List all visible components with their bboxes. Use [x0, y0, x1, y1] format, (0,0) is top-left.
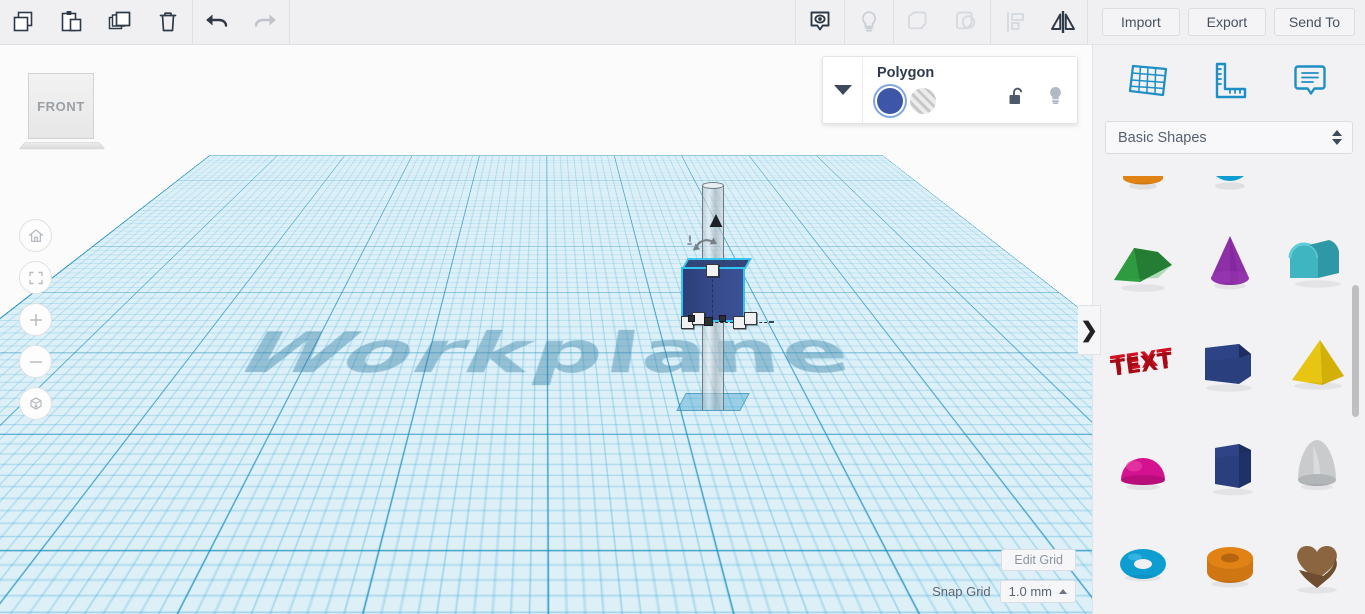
shape-wedge[interactable]	[1099, 214, 1186, 316]
move-handle-left[interactable]	[688, 315, 695, 322]
shape-panel-scrollbar-thumb[interactable]	[1352, 285, 1359, 417]
snap-grid-value: 1.0 mm	[1008, 584, 1052, 599]
shape-box[interactable]	[1186, 316, 1273, 418]
view-cube[interactable]: FRONT	[18, 73, 106, 150]
shape-category-value: Basic Shapes	[1118, 129, 1207, 146]
undo-button[interactable]	[193, 0, 241, 44]
resize-handle-bottom-right-outer[interactable]	[744, 312, 757, 325]
clipboard-tool-group	[0, 0, 192, 44]
paste-button[interactable]	[48, 0, 96, 44]
shape-round-roof[interactable]	[1273, 214, 1360, 316]
snap-grid-label: Snap Grid	[932, 584, 991, 599]
light-button[interactable]	[845, 0, 893, 44]
tab-notes[interactable]	[1278, 58, 1342, 102]
object-inspector-panel: Polygon	[822, 56, 1078, 124]
tab-workplane[interactable]	[1116, 58, 1180, 102]
import-button[interactable]: Import	[1101, 8, 1180, 36]
shape-cylinder[interactable]	[1099, 176, 1186, 214]
export-button[interactable]: Export	[1187, 8, 1266, 36]
navigation-controls	[19, 219, 52, 429]
shape-row	[1099, 418, 1360, 520]
panel-tab-row	[1093, 45, 1365, 115]
file-actions-group: Import Export Send To	[1088, 0, 1365, 44]
shape-polygon[interactable]	[1186, 418, 1273, 520]
workplane-grid[interactable]: Workplane	[0, 155, 1092, 614]
view-tool-group	[796, 0, 1087, 44]
ungroup-button[interactable]	[942, 0, 990, 44]
move-handle-right[interactable]	[719, 315, 726, 322]
shape-row	[1099, 214, 1360, 316]
shape-panel-scrollbar-track[interactable]	[1352, 176, 1362, 614]
group-button[interactable]	[894, 0, 942, 44]
tinkercad-app: Import Export Send To Workplane FRONT Ed…	[0, 0, 1365, 614]
tab-ruler[interactable]	[1197, 58, 1261, 102]
cylinder-top-cap	[702, 182, 724, 189]
shape-grid[interactable]: TEXT TEXT	[1093, 176, 1365, 614]
view-cube-base	[18, 142, 106, 150]
shape-half-sphere[interactable]	[1099, 418, 1186, 520]
workplane-container: Workplane	[0, 45, 1092, 614]
solid-color-swatch[interactable]	[877, 88, 903, 114]
hole-swatch[interactable]	[910, 88, 936, 114]
snap-grid-select[interactable]: 1.0 mm	[999, 580, 1076, 603]
inspector-icon-row	[1008, 85, 1065, 112]
shape-category-select[interactable]: Basic Shapes	[1105, 121, 1353, 154]
workplane-label: Workplane	[220, 321, 872, 388]
shape-row	[1099, 520, 1360, 614]
mirror-button[interactable]	[1039, 0, 1087, 44]
move-handle-center[interactable]	[704, 317, 713, 326]
redo-button[interactable]	[241, 0, 289, 44]
shape-heart[interactable]	[1273, 520, 1360, 614]
show-hide-button[interactable]	[796, 0, 844, 44]
shape-pyramid[interactable]	[1273, 316, 1360, 418]
collapse-panel-button[interactable]: ❯	[1078, 305, 1101, 355]
send-to-button[interactable]: Send To	[1273, 8, 1355, 36]
view-cube-face-label: FRONT	[28, 73, 94, 139]
fit-view-button[interactable]	[19, 261, 52, 294]
shape-paraboloid[interactable]	[1273, 418, 1360, 520]
shape-tube[interactable]	[1186, 520, 1273, 614]
edit-grid-button[interactable]: Edit Grid	[1001, 549, 1076, 571]
unlocked-padlock-icon[interactable]	[1008, 86, 1027, 112]
caret-up-icon	[1059, 589, 1067, 594]
inspector-body: Polygon	[863, 57, 1077, 123]
inspector-title: Polygon	[877, 65, 935, 81]
zoom-out-button[interactable]	[19, 345, 52, 378]
inspector-collapse-button[interactable]	[823, 57, 863, 123]
shape-row: TEXT TEXT	[1099, 316, 1360, 418]
shape-row	[1099, 176, 1360, 214]
zoom-in-button[interactable]	[19, 303, 52, 336]
history-tool-group	[193, 0, 289, 44]
delete-button[interactable]	[144, 0, 192, 44]
shape-sphere[interactable]	[1186, 176, 1273, 214]
shape-text[interactable]: TEXT TEXT	[1099, 316, 1186, 418]
ortho-perspective-toggle[interactable]	[19, 387, 52, 420]
distance-marker	[769, 321, 774, 323]
spinner-arrows-icon	[1332, 130, 1342, 145]
triangle-down-icon	[833, 85, 852, 95]
shape-scribble[interactable]	[1273, 176, 1360, 214]
home-view-button[interactable]	[19, 219, 52, 252]
resize-handle-top[interactable]	[706, 264, 719, 277]
3d-viewport[interactable]: Workplane FRONT Edit Grid Snap Grid 1.0 …	[0, 45, 1092, 614]
snap-grid-row: Snap Grid 1.0 mm	[932, 580, 1076, 603]
shape-cone[interactable]	[1186, 214, 1273, 316]
copy-button[interactable]	[0, 0, 48, 44]
top-toolbar: Import Export Send To	[0, 0, 1365, 45]
object-center-guide	[712, 269, 713, 323]
shape-category-wrap: Basic Shapes	[1093, 115, 1365, 164]
shapes-side-panel: Basic Shapes TEXT TEXT	[1092, 45, 1365, 614]
shape-torus[interactable]	[1099, 520, 1186, 614]
lightbulb-icon[interactable]	[1046, 85, 1065, 112]
align-button[interactable]	[991, 0, 1039, 44]
duplicate-button[interactable]	[96, 0, 144, 44]
